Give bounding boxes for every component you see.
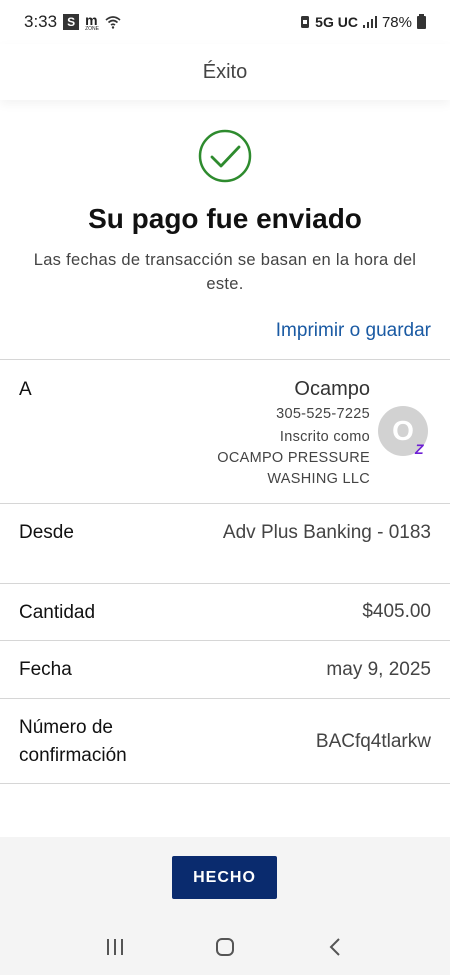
amount-value: $405.00 (362, 601, 431, 622)
recipient-phone: 305-525-7225 (276, 406, 370, 422)
business-name-line2: WASHING LLC (267, 471, 370, 487)
signal-icon (362, 16, 377, 28)
divider (0, 583, 450, 584)
to-label: A (19, 379, 32, 400)
business-name-line1: OCAMPO PRESSURE (217, 450, 370, 466)
amount-label: Cantidad (19, 602, 96, 623)
print-or-save-link[interactable]: Imprimir o guardar (276, 320, 431, 342)
timezone-note: Las fechas de transacción se basan en la… (33, 251, 417, 293)
date-value: may 9, 2025 (326, 659, 431, 680)
app-header: Éxito (0, 44, 450, 100)
recent-apps-icon (107, 939, 123, 955)
recipient-name: Ocampo (294, 378, 370, 400)
divider (0, 640, 450, 641)
divider (0, 783, 450, 784)
from-account-value: Adv Plus Banking - 0183 (222, 522, 431, 543)
network-type: 5G UC (315, 14, 358, 30)
system-nav-bar (0, 919, 450, 975)
home-button[interactable] (205, 927, 245, 967)
done-button[interactable]: HECHO (172, 856, 277, 899)
status-right: 5G UC 78% (300, 13, 426, 31)
confirmation-label: Número de confirmación (19, 714, 127, 770)
zelle-icon: Z (415, 441, 424, 457)
divider (0, 503, 450, 504)
success-title: Su pago fue enviado (88, 203, 362, 234)
checkmark-circle-icon (198, 129, 252, 183)
m-app-sub: ZONE (85, 25, 99, 32)
battery-percent: 78% (381, 13, 412, 31)
back-icon (329, 938, 340, 956)
home-icon (216, 938, 234, 956)
confirmation-label-line2: confirmación (19, 745, 127, 766)
confirmation-label-line1: Número de (19, 717, 113, 738)
s-app-icon: S (63, 14, 80, 30)
recent-apps-button[interactable] (95, 927, 135, 967)
m-app-icon: m ZONE (85, 13, 99, 32)
from-label: Desde (19, 522, 74, 543)
status-left: 3:33 S m ZONE (24, 12, 121, 32)
divider (0, 359, 450, 360)
wifi-icon (105, 16, 121, 29)
page-title: Éxito (202, 60, 248, 83)
date-label: Fecha (19, 659, 72, 680)
status-bar: 3:33 S m ZONE 5G UC 78% (0, 0, 450, 44)
battery-icon (417, 13, 426, 29)
status-time: 3:33 (24, 12, 58, 31)
back-button[interactable] (315, 927, 355, 967)
divider (0, 698, 450, 699)
lock-phone-icon (301, 16, 310, 28)
enrolled-as-label: Inscrito como (279, 429, 370, 445)
confirmation-number-value: BACfq4tlarkw (315, 731, 431, 752)
